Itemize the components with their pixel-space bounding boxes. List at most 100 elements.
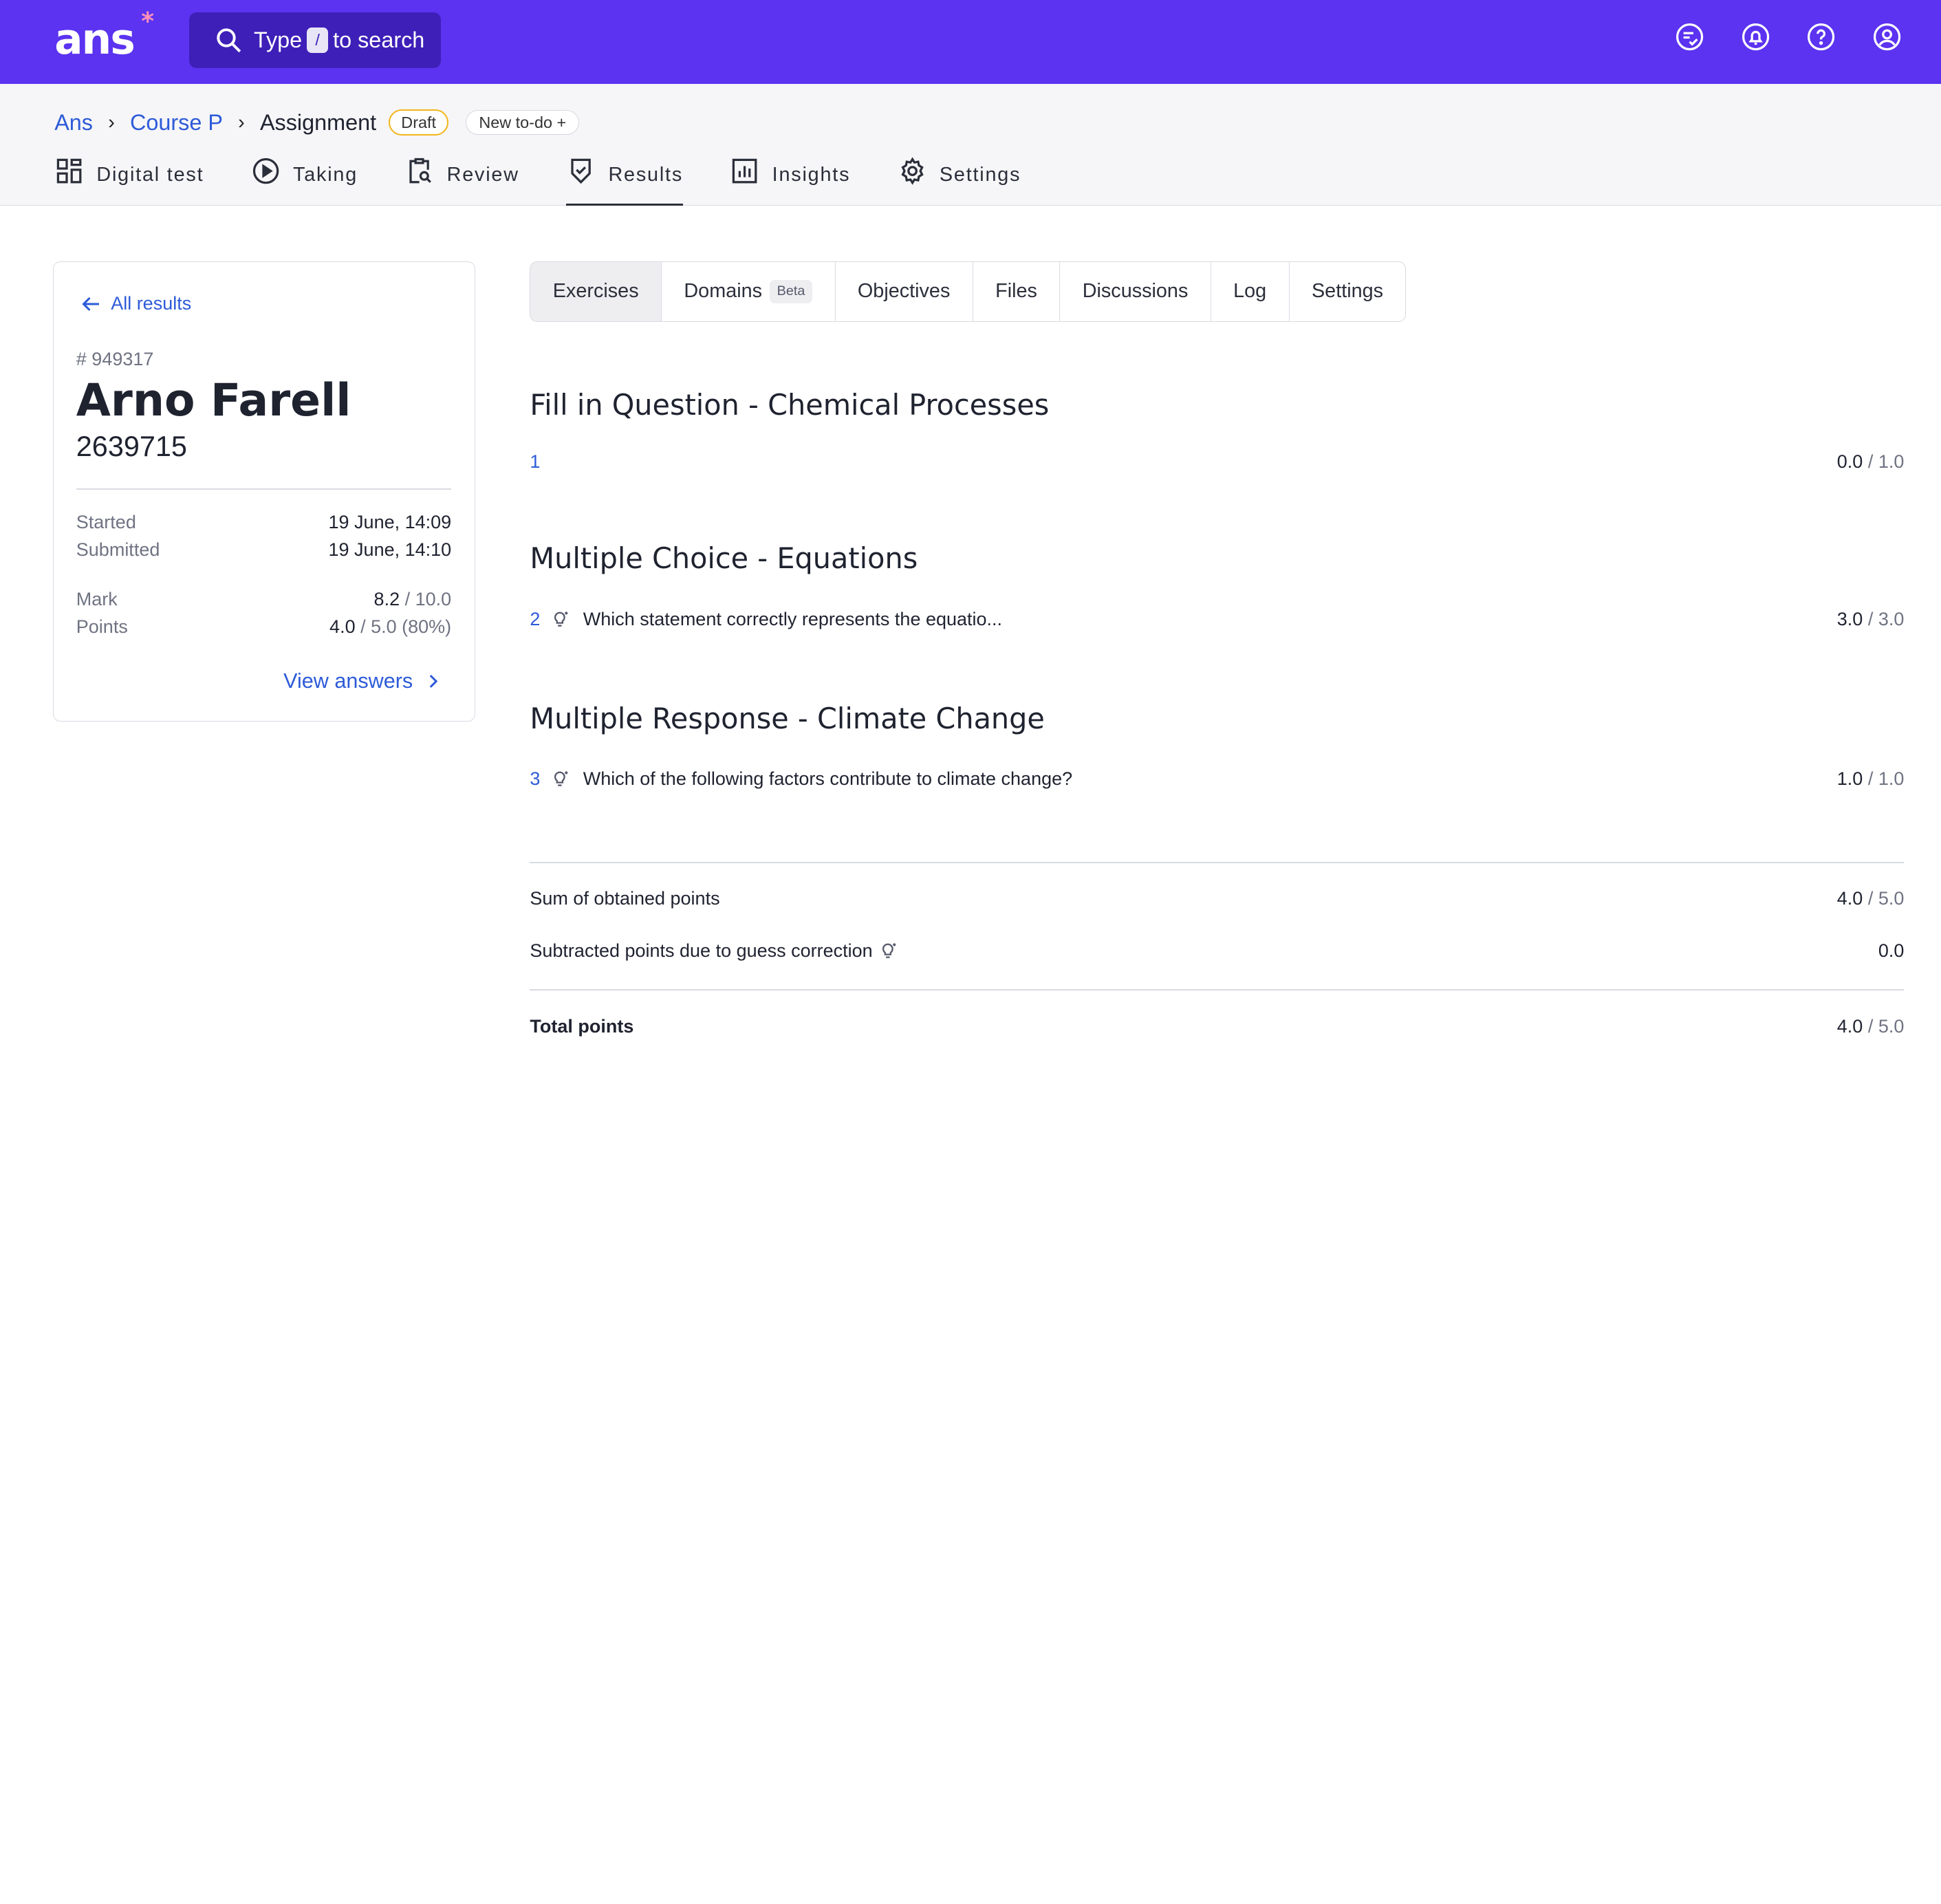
result-section-tabs: Exercises Domains Beta Objectives Files D…	[530, 261, 1407, 322]
chevron-right-icon: ›	[238, 111, 245, 133]
mark-row: Mark 8.2 / 10.0	[76, 589, 451, 610]
top-icons	[1675, 22, 1901, 52]
logo-text: ans	[54, 14, 135, 64]
question-number[interactable]: 1	[530, 451, 550, 473]
score-obtained: 3.0	[1836, 608, 1863, 629]
score-max: / 1.0	[1867, 451, 1905, 472]
sum-value: 4.0 / 5.0	[1837, 888, 1905, 909]
tab-exercises[interactable]: Exercises	[530, 261, 662, 321]
tab-objectives[interactable]: Objectives	[836, 261, 973, 321]
chevron-right-icon	[429, 675, 437, 688]
notifications-icon[interactable]	[1741, 22, 1770, 52]
mark-value: 8.2 / 10.0	[374, 589, 452, 610]
shield-check-icon	[571, 158, 592, 184]
exercise-title: Multiple Response - Climate Change	[530, 702, 1045, 735]
arrow-left-icon	[82, 296, 100, 312]
sum-max: / 5.0	[1867, 888, 1905, 909]
todo-list-icon[interactable]	[1675, 22, 1704, 52]
tab-section-settings[interactable]: Settings	[1290, 262, 1406, 321]
total-points-row: Total points 4.0 / 5.0	[530, 1014, 1904, 1039]
tab-label: Discussions	[1082, 280, 1189, 303]
tab-insights[interactable]: Insights	[730, 158, 850, 205]
gear-icon	[901, 157, 924, 185]
grid-icon	[56, 158, 82, 184]
tab-taking[interactable]: Taking	[251, 158, 358, 205]
question-number[interactable]: 2	[530, 609, 550, 630]
points-obtained: 4.0	[329, 616, 356, 637]
started-label: Started	[76, 512, 136, 533]
tab-discussions[interactable]: Discussions	[1060, 261, 1211, 321]
question-text: Which statement correctly represents the…	[583, 608, 1003, 629]
play-circle-icon	[252, 158, 279, 184]
card-divider	[76, 488, 452, 490]
tab-settings[interactable]: Settings	[898, 157, 1021, 205]
chart-icon	[733, 158, 757, 184]
total-obtained: 4.0	[1836, 1015, 1863, 1037]
tab-results[interactable]: Results	[566, 158, 684, 206]
points-total: / 5.0 (80%)	[360, 616, 452, 637]
tab-label: Log	[1233, 280, 1267, 303]
points-value: 4.0 / 5.0 (80%)	[329, 616, 451, 638]
question-text: Which of the following factors contribut…	[583, 768, 1073, 789]
started-row: Started 19 June, 14:09	[76, 512, 451, 533]
all-results-label: All results	[111, 293, 192, 314]
sum-label: Sum of obtained points	[530, 888, 720, 909]
score-obtained: 0.0	[1836, 451, 1863, 472]
guess-correction-row: Subtracted points due to guess correctio…	[530, 938, 1904, 963]
all-results-link[interactable]: All results	[78, 292, 191, 316]
tab-label: Settings	[1311, 280, 1384, 303]
search-shortcut-key: /	[307, 27, 328, 54]
tab-label: Files	[995, 280, 1037, 303]
chevron-right-icon: ›	[108, 111, 115, 133]
tab-label: Insights	[772, 163, 851, 186]
tab-label: Settings	[939, 163, 1021, 186]
view-answers-label: View answers	[283, 669, 413, 693]
guess-value: 0.0	[1878, 940, 1905, 961]
started-value: 19 June, 14:09	[328, 512, 452, 533]
clipboard-search-icon	[409, 158, 432, 184]
lightbulb-guess-icon	[554, 612, 568, 627]
total-max: / 5.0	[1867, 1015, 1905, 1037]
tab-label: Domains	[684, 280, 763, 303]
question-score: 0.0 / 1.0	[1837, 451, 1905, 473]
guess-label: Subtracted points due to guess correctio…	[530, 940, 873, 961]
question-number[interactable]: 3	[530, 768, 550, 790]
sum-obtained: 4.0	[1836, 888, 1863, 909]
tab-review[interactable]: Review	[404, 158, 519, 205]
breadcrumb: Ans › Course P › Assignment Draft New to…	[54, 107, 580, 139]
tab-label: Objectives	[857, 280, 951, 303]
ans-logo[interactable]: ans *	[54, 8, 154, 64]
tab-domains[interactable]: Domains Beta	[662, 261, 836, 321]
score-obtained: 1.0	[1836, 768, 1863, 789]
view-answers-link[interactable]: View answers	[283, 669, 442, 693]
new-todo-button[interactable]: New to-do +	[466, 110, 580, 136]
tab-digital-test[interactable]: Digital test	[54, 158, 204, 205]
search-suffix: to search	[333, 28, 425, 52]
status-badge: Draft	[389, 109, 449, 136]
help-icon[interactable]	[1806, 22, 1836, 52]
assignment-tabs: Digital test Taking Review Results Insig…	[54, 157, 1068, 206]
score-max: / 1.0	[1867, 768, 1905, 789]
question-row[interactable]: 2 Which statement correctly represents t…	[530, 607, 1904, 631]
student-name: Arno Farell	[76, 374, 351, 426]
tab-label: Review	[446, 163, 519, 186]
search-button[interactable]: Type / to search	[189, 12, 441, 68]
submitted-row: Submitted 19 June, 14:10	[76, 539, 451, 561]
lightbulb-guess-icon	[554, 771, 568, 786]
tab-files[interactable]: Files	[973, 261, 1061, 321]
question-score: 1.0 / 1.0	[1837, 768, 1905, 790]
search-prefix: Type	[253, 28, 303, 52]
tab-label: Digital test	[96, 163, 204, 186]
breadcrumb-ans[interactable]: Ans	[54, 110, 93, 136]
mark-obtained: 8.2	[373, 588, 400, 609]
tab-log[interactable]: Log	[1211, 261, 1290, 321]
breadcrumb-course[interactable]: Course P	[130, 110, 223, 136]
top-bar: ans * Type / to search	[0, 0, 1941, 85]
question-score: 3.0 / 3.0	[1837, 609, 1905, 630]
result-id: # 949317	[76, 348, 154, 369]
question-row[interactable]: 3 Which of the following factors contrib…	[530, 766, 1904, 791]
question-row[interactable]: 1 0.0 / 1.0	[530, 449, 1904, 474]
account-icon[interactable]	[1872, 22, 1902, 52]
mark-label: Mark	[76, 588, 118, 609]
points-label: Points	[76, 616, 128, 637]
